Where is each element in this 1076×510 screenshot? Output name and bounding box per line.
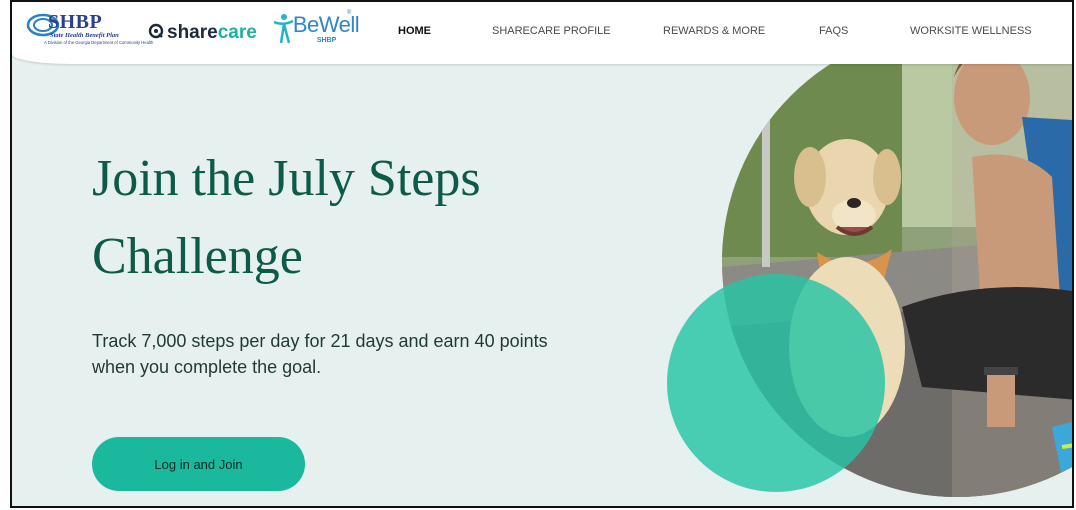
shbp-division: A Division of the Georgia Department of … [44,40,154,45]
nav-rewards[interactable]: REWARDS & MORE [663,25,765,37]
shbp-wordmark: SHBP [48,11,103,33]
shbp-subtitle: State Health Benefit Plan [50,32,119,39]
login-join-button[interactable]: Log in and Join [92,437,305,491]
shbp-logo[interactable]: SHBP State Health Benefit Plan A Divisio… [22,10,153,56]
page-frame: SHBP State Health Benefit Plan A Divisio… [10,0,1074,508]
bewell-tag: SHBP [316,37,337,44]
registered-icon: ® [346,10,352,16]
bewell-logo-icon [271,12,295,51]
hero-title: Join the July Steps Challenge [92,150,481,285]
nav-faqs[interactable]: FAQS [819,25,848,37]
nav-home[interactable]: HOME [398,25,431,37]
bewell-logo[interactable]: BeWell SHBP ® [271,10,360,56]
logo-group: SHBP State Health Benefit Plan A Divisio… [22,8,360,58]
hero-description: Track 7,000 steps per day for 21 days an… [92,331,548,377]
nav-sharecare-profile[interactable]: SHARECARE PROFILE [492,25,611,37]
sharecare-logo[interactable]: share care [148,22,257,44]
nav-worksite-wellness[interactable]: WORKSITE WELLNESS [910,25,1032,37]
sharecare-care-text: care [217,22,257,43]
decorative-teal-circle [667,274,885,492]
sharecare-share-text: share [167,22,218,43]
site-header: SHBP State Health Benefit Plan A Divisio… [12,2,1072,64]
